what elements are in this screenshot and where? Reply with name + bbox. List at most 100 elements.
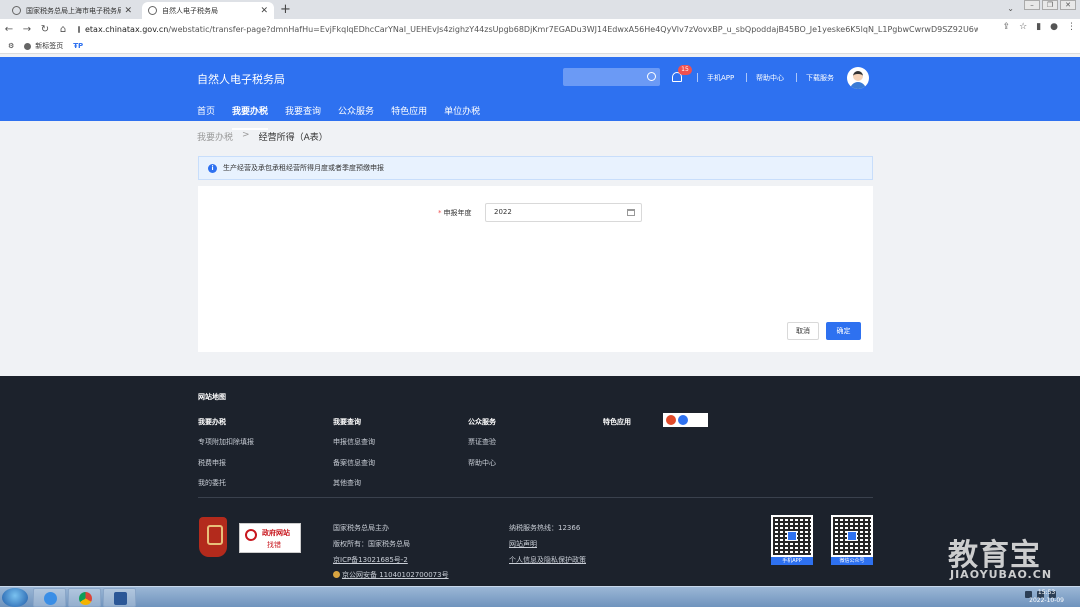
year-field-label: * 申报年度 bbox=[438, 208, 472, 218]
breadcrumb-current: 经营所得（A表） bbox=[258, 133, 328, 143]
breadcrumb-parent[interactable]: 我要办税 bbox=[197, 130, 233, 143]
clock-date: 2022-10-09 bbox=[1029, 597, 1064, 604]
wechat-qr-code bbox=[831, 515, 873, 557]
confirm-button[interactable]: 确定 bbox=[826, 322, 861, 340]
nav-special-apps[interactable]: 特色应用 bbox=[391, 104, 427, 117]
privacy-policy-link[interactable]: 个人信息及隐私保护政策 bbox=[509, 555, 586, 565]
taskbar-word[interactable] bbox=[103, 588, 136, 607]
police-record-text: 京公网安备 11040102700073号 bbox=[342, 571, 449, 579]
nav-home[interactable]: 首页 bbox=[197, 104, 215, 117]
search-input[interactable] bbox=[563, 68, 660, 86]
address-bar[interactable]: etax.chinatax.gov.cn/webstatic/transfer-… bbox=[78, 22, 978, 36]
tax-emblem-logo bbox=[199, 517, 227, 557]
url-host: etax.chinatax.gov.cn bbox=[85, 24, 169, 34]
sitemap-title: 网站地图 bbox=[198, 393, 226, 401]
site-statement-link[interactable]: 网站声明 bbox=[509, 539, 537, 549]
bookmark-tax-icon[interactable]: ŦP bbox=[73, 42, 83, 50]
year-label-text: 申报年度 bbox=[443, 209, 472, 217]
home-icon[interactable]: ⌂ bbox=[54, 24, 72, 35]
url-path: /webstatic/transfer-page?dmnHafHu=EvjFkq… bbox=[168, 24, 978, 34]
footer-link[interactable]: 帮助中心 bbox=[468, 458, 496, 468]
info-notice: i 生产经营及承包承租经营所得月度或者季度预缴申报 bbox=[198, 156, 873, 180]
apps-icon[interactable]: ⚙ bbox=[8, 42, 14, 50]
divider bbox=[697, 73, 698, 82]
taskbar-chrome[interactable] bbox=[68, 588, 101, 607]
app-qr-code bbox=[771, 515, 813, 557]
help-center-link[interactable]: 帮助中心 bbox=[756, 73, 784, 83]
restore-button[interactable]: ❐ bbox=[1042, 0, 1058, 10]
close-window-button[interactable]: ✕ bbox=[1060, 0, 1076, 10]
footer-link[interactable]: 其他查询 bbox=[333, 478, 361, 488]
tab-search-icon[interactable]: ⌄ bbox=[1007, 4, 1014, 13]
word-icon bbox=[114, 592, 127, 605]
footer-link[interactable]: 专项附加扣除填报 bbox=[198, 437, 254, 447]
system-clock[interactable]: 15:53 2022-10-09 bbox=[1029, 589, 1064, 605]
footer-link[interactable]: 我的委托 bbox=[198, 478, 226, 488]
footer-divider bbox=[198, 497, 873, 498]
notice-text: 生产经营及承包承租经营所得月度或者季度预缴申报 bbox=[223, 164, 384, 172]
minimize-button[interactable]: – bbox=[1024, 0, 1040, 10]
browser-tab-shanghai-etax[interactable]: 国家税务总局上海市电子税务局 ✕ bbox=[6, 2, 138, 19]
breadcrumb-separator: > bbox=[242, 130, 250, 140]
divider bbox=[796, 73, 797, 82]
mobile-app-link[interactable]: 手机APP bbox=[707, 73, 734, 83]
share-icon[interactable]: ⇪ bbox=[1003, 22, 1011, 32]
footer-link[interactable]: 税费申报 bbox=[198, 458, 226, 468]
reload-icon[interactable]: ↻ bbox=[36, 24, 54, 35]
nav-query[interactable]: 我要查询 bbox=[285, 104, 321, 117]
cancel-button[interactable]: 取消 bbox=[787, 322, 819, 340]
ie-icon bbox=[44, 592, 57, 605]
taskbar-ie[interactable] bbox=[33, 588, 66, 607]
gov-site-error-report-badge[interactable]: 政府网站 找错 bbox=[239, 523, 301, 553]
avatar[interactable] bbox=[847, 67, 869, 89]
footer-link[interactable]: 票证查验 bbox=[468, 437, 496, 447]
footer-col-head: 我要办税 bbox=[198, 418, 226, 426]
site-header: 自然人电子税务局 15 手机APP 帮助中心 下载服务 首页 我要办税 我要查询… bbox=[0, 57, 1080, 130]
nav-tax-handling[interactable]: 我要办税 bbox=[232, 104, 269, 130]
tab-close-icon[interactable]: ✕ bbox=[260, 6, 268, 16]
browser-tab-natural-person-etax[interactable]: 自然人电子税务局 ✕ bbox=[142, 2, 274, 19]
main-nav: 首页 我要办税 我要查询 公众服务 特色应用 单位办税 bbox=[197, 104, 497, 130]
bookmark-new-tab[interactable]: 新标签页 bbox=[24, 41, 63, 51]
os-taskbar: 15:53 2022-10-09 bbox=[0, 586, 1080, 607]
police-badge-icon bbox=[333, 571, 340, 578]
help-icon bbox=[678, 415, 688, 425]
copyright-text: 版权所有：国家税务总局 bbox=[333, 540, 410, 548]
menu-icon[interactable]: ⋮ bbox=[1067, 22, 1076, 32]
back-icon[interactable]: ← bbox=[0, 24, 18, 35]
qr-label: 微信公众号 bbox=[831, 557, 873, 565]
globe-icon bbox=[12, 6, 21, 15]
footer-link[interactable]: 申报信息查询 bbox=[333, 437, 375, 447]
new-tab-button[interactable]: + bbox=[280, 2, 291, 17]
tab-close-icon[interactable]: ✕ bbox=[124, 6, 132, 16]
required-mark: * bbox=[438, 209, 442, 217]
calendar-icon[interactable] bbox=[627, 209, 635, 216]
year-picker-input[interactable]: 2022 bbox=[485, 203, 642, 222]
footer-col-head: 我要查询 bbox=[333, 418, 361, 426]
lock-icon bbox=[78, 25, 80, 33]
profile-icon[interactable]: ● bbox=[1050, 22, 1058, 32]
download-service-link[interactable]: 下载服务 bbox=[806, 73, 834, 83]
watermark-url: JIAOYUBAO.CN bbox=[950, 568, 1053, 581]
site-title[interactable]: 自然人电子税务局 bbox=[197, 71, 285, 87]
footer-link[interactable]: 备案信息查询 bbox=[333, 458, 375, 468]
breadcrumb: 我要办税 > 经营所得（A表） bbox=[197, 130, 328, 143]
window-controls: – ❐ ✕ bbox=[1024, 0, 1076, 10]
forward-icon[interactable]: → bbox=[18, 24, 36, 35]
special-apps-badge[interactable] bbox=[663, 413, 708, 427]
start-button[interactable] bbox=[2, 588, 28, 607]
bookmark-label: 新标签页 bbox=[35, 42, 64, 50]
browser-tab-bar: 国家税务总局上海市电子税务局 ✕ 自然人电子税务局 ✕ + ⌄ – ❐ ✕ bbox=[0, 0, 1080, 19]
nav-unit-tax[interactable]: 单位办税 bbox=[444, 104, 480, 117]
magnifier-icon bbox=[245, 529, 257, 541]
gov-badge-top: 政府网站 bbox=[262, 529, 290, 537]
search-icon[interactable] bbox=[647, 72, 656, 81]
bookmark-star-icon[interactable]: ☆ bbox=[1019, 22, 1027, 32]
nav-public-service[interactable]: 公众服务 bbox=[338, 104, 374, 117]
declaration-form: * 申报年度 2022 取消 确定 bbox=[198, 186, 873, 352]
notification-badge: 15 bbox=[678, 65, 692, 75]
browser-toolbar: ← → ↻ ⌂ etax.chinatax.gov.cn/webstatic/t… bbox=[0, 19, 1080, 39]
icp-link[interactable]: 京ICP备13021685号-2 bbox=[333, 555, 408, 565]
sidebar-icon[interactable]: ▮ bbox=[1036, 22, 1041, 32]
police-record-link[interactable]: 京公网安备 11040102700073号 bbox=[333, 570, 449, 580]
